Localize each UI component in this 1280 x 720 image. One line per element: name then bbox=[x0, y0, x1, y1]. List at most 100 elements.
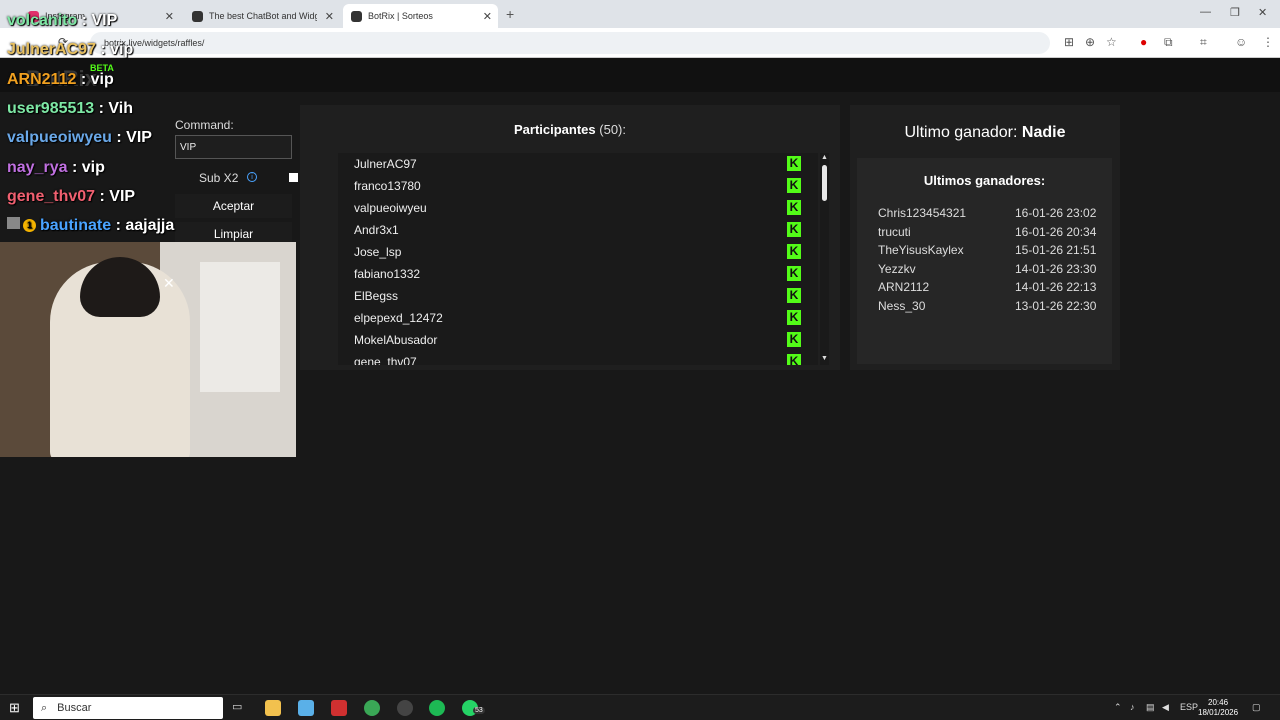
url-field[interactable]: botrix.live/widgets/raffles/ bbox=[90, 32, 1050, 54]
chat-username: JulnerAC97 bbox=[7, 41, 96, 59]
clock-time: 20:46 bbox=[1208, 698, 1229, 707]
kick-icon: K bbox=[787, 156, 801, 171]
scroll-up-icon[interactable]: ▲ bbox=[821, 154, 828, 161]
participant-row[interactable]: JulnerAC97 K bbox=[338, 153, 818, 175]
chat-username: volcanito bbox=[7, 12, 78, 29]
winner-row: trucuti 16-01-26 20:34 bbox=[878, 225, 1098, 241]
participant-name: fabiano1332 bbox=[354, 267, 421, 281]
close-icon[interactable]: ✕ bbox=[483, 10, 492, 23]
winner-name: Ness_30 bbox=[878, 298, 926, 313]
bookmark-star-icon[interactable]: ☆ bbox=[1106, 35, 1117, 49]
github-icon bbox=[192, 10, 203, 22]
participant-name: JulnerAC97 bbox=[354, 157, 417, 171]
tab-label: The best ChatBot and Widgets bbox=[209, 11, 317, 21]
chat-text: : VIP bbox=[111, 129, 152, 147]
menu-dots-icon[interactable]: ⋮ bbox=[1262, 35, 1274, 49]
scrollbar-thumb[interactable] bbox=[822, 165, 827, 201]
info-icon[interactable]: i bbox=[247, 172, 257, 182]
participants-list[interactable]: JulnerAC97 Kfranco13780 Kvalpueoiwyeu K Andr… bbox=[338, 153, 818, 365]
last-winner: Ultimo ganador: Nadie bbox=[904, 124, 1066, 141]
notepad-icon[interactable] bbox=[298, 700, 314, 716]
volume-icon[interactable]: ◀ bbox=[1162, 702, 1169, 713]
chat-text: : VIP bbox=[77, 12, 118, 29]
participant-row[interactable]: elpepexd_12472 K bbox=[338, 307, 818, 329]
accept-button[interactable]: Aceptar bbox=[175, 194, 292, 218]
notifications-icon[interactable]: ▢ bbox=[1252, 702, 1261, 713]
taskbar-clock[interactable]: 20:46 18/01/2026 bbox=[1198, 698, 1238, 718]
participant-name: elpepexd_12472 bbox=[354, 311, 443, 325]
minimize-icon[interactable]: — bbox=[1200, 6, 1211, 18]
winner-date: 16-01-26 20:34 bbox=[1015, 224, 1097, 239]
command-input[interactable] bbox=[175, 135, 292, 159]
participant-name: Jose_lsp bbox=[354, 245, 402, 259]
chat-message: 1 bautinate : aajajja bbox=[7, 217, 174, 235]
close-icon[interactable]: ✕ bbox=[325, 10, 334, 23]
extensions-icon[interactable]: ⧉ bbox=[1164, 35, 1173, 50]
chat-message: user985513 : Vih bbox=[7, 100, 133, 118]
participant-name: MokelAbusador bbox=[354, 333, 438, 347]
winner-date: 16-01-26 23:02 bbox=[1015, 206, 1097, 220]
participant-row[interactable]: fabiano1332 K bbox=[338, 263, 818, 285]
close-icon[interactable]: ✕ bbox=[165, 10, 174, 23]
participant-row[interactable]: MokelAbusador K bbox=[338, 329, 818, 351]
participant-row[interactable]: Jose_lsp K bbox=[338, 241, 818, 263]
microphone-icon[interactable]: ♪ bbox=[1130, 702, 1135, 712]
chat-text: : vip bbox=[95, 41, 134, 59]
participants-title: Participantes (50): bbox=[513, 122, 626, 137]
participant-name: gene_thv07 bbox=[354, 355, 417, 365]
winner-date: 14-01-26 23:30 bbox=[1015, 261, 1097, 276]
kick-icon: K bbox=[787, 310, 801, 325]
participants-count: (50): bbox=[599, 122, 626, 137]
tray-arrow-icon[interactable]: ⌃ bbox=[1114, 702, 1122, 713]
participant-row[interactable]: franco13780 K bbox=[338, 175, 818, 197]
profile-avatar-icon[interactable]: ☺ bbox=[1235, 35, 1247, 49]
participant-row[interactable]: Andr3x1 K bbox=[338, 219, 818, 241]
close-icon[interactable]: ✕ bbox=[163, 275, 175, 292]
winner-row: ARN2112 14-01-26 22:13 bbox=[878, 280, 1098, 296]
maximize-icon[interactable]: ❐ bbox=[1230, 6, 1240, 19]
chat-text: : vip bbox=[67, 158, 105, 176]
chat-badge-icon bbox=[7, 217, 20, 230]
kick-icon: K bbox=[787, 354, 801, 365]
taskbar-search[interactable]: ⌕ Buscar bbox=[33, 697, 223, 719]
participant-name: ElBegss bbox=[354, 289, 399, 303]
screenshot-icon[interactable]: ⌗ bbox=[1200, 35, 1207, 50]
zoom-icon[interactable]: ⊕ bbox=[1085, 35, 1095, 49]
winner-row: Chris123454321 16-01-26 23:02 bbox=[878, 206, 1098, 222]
close-window-icon[interactable]: ✕ bbox=[1258, 6, 1267, 19]
kick-icon: K bbox=[787, 222, 801, 237]
app-icon[interactable] bbox=[331, 700, 347, 716]
kick-icon: K bbox=[787, 332, 801, 347]
tab-chatbot[interactable]: The best ChatBot and Widgets ✕ bbox=[184, 4, 340, 28]
file-explorer-icon[interactable] bbox=[265, 700, 281, 716]
obs-icon[interactable] bbox=[397, 700, 413, 716]
spotify-icon[interactable] bbox=[429, 700, 445, 716]
new-tab-button[interactable]: + bbox=[506, 6, 514, 22]
network-icon[interactable]: ▤ bbox=[1146, 702, 1155, 713]
tab-botrix-sorteos[interactable]: BotRix | Sorteos ✕ bbox=[343, 4, 498, 28]
command-label: Command: bbox=[175, 118, 234, 132]
kick-icon: K bbox=[787, 200, 801, 215]
winner-date: 15-01-26 21:51 bbox=[1015, 243, 1097, 257]
participant-row[interactable]: ElBegss K bbox=[338, 285, 818, 307]
participant-name: Andr3x1 bbox=[354, 223, 399, 237]
chat-username: valpueoiwyeu bbox=[7, 129, 112, 147]
winner-row: Yezzkv 14-01-26 23:30 bbox=[878, 262, 1098, 278]
opera-icon[interactable]: ● bbox=[1140, 35, 1147, 49]
browser-tab-bar: Instagram ✕ The best ChatBot and Widgets… bbox=[0, 0, 1280, 28]
sub-x2-checkbox[interactable] bbox=[289, 173, 298, 182]
chat-username: gene_thv07 bbox=[7, 187, 96, 205]
task-view-icon[interactable]: ▭ bbox=[232, 700, 248, 716]
chat-text: : vip bbox=[76, 70, 114, 88]
language-indicator[interactable]: ESP bbox=[1180, 702, 1198, 712]
windows-start-icon[interactable]: ⊞ bbox=[9, 700, 25, 716]
scroll-down-icon[interactable]: ▼ bbox=[821, 355, 828, 362]
winner-name: ARN2112 bbox=[878, 280, 930, 294]
chat-text: : aajajja bbox=[111, 217, 175, 235]
participant-row[interactable]: valpueoiwyeu K bbox=[338, 197, 818, 219]
translate-icon[interactable]: ⊞ bbox=[1064, 35, 1074, 49]
participant-row[interactable]: gene_thv07 K bbox=[338, 351, 818, 365]
chat-username: bautinate bbox=[40, 217, 112, 235]
chrome-icon[interactable] bbox=[364, 700, 380, 716]
address-bar-row: ⟳ botrix.live/widgets/raffles/ ⊞ ⊕ ☆ ● ⧉… bbox=[0, 28, 1280, 58]
